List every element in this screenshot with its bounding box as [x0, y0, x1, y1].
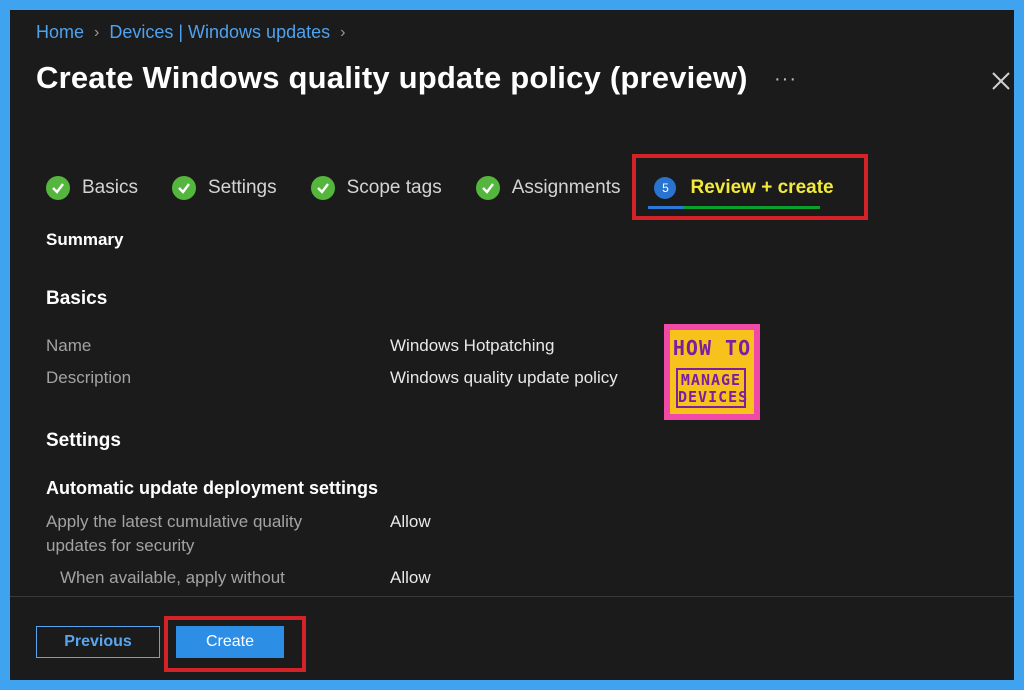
- check-circle-icon: [310, 176, 335, 200]
- step-label: Assignments: [511, 177, 621, 198]
- check-circle-icon: [171, 176, 196, 200]
- close-button[interactable]: [988, 68, 1014, 94]
- breadcrumb-windows-updates-link[interactable]: Devices | Windows updates: [109, 22, 330, 43]
- close-icon: [992, 72, 1010, 90]
- annotation-highlight-box: [632, 154, 868, 220]
- page-title: Create Windows quality update policy (pr…: [36, 60, 748, 95]
- tab-assignments[interactable]: Assignments: [475, 176, 621, 200]
- setting-label: When available, apply without: [60, 568, 285, 587]
- chevron-right-icon: ›: [340, 23, 346, 41]
- description-label: Description: [46, 368, 132, 387]
- tab-basics[interactable]: Basics: [46, 176, 138, 200]
- check-circle-icon: [46, 176, 70, 200]
- previous-button[interactable]: Previous: [36, 626, 160, 658]
- breadcrumb: Home › Devices | Windows updates ›: [36, 22, 345, 43]
- tab-scope-tags[interactable]: Scope tags: [310, 176, 442, 200]
- more-options-button[interactable]: ···: [774, 68, 797, 91]
- setting-value: Allow: [390, 512, 431, 531]
- wizard-footer: [10, 596, 1014, 680]
- name-value: Windows Hotpatching: [390, 336, 555, 355]
- summary-heading: Summary: [46, 230, 124, 249]
- breadcrumb-home-link[interactable]: Home: [36, 22, 84, 43]
- setting-label: Apply the latest cumulative quality upda…: [46, 512, 303, 555]
- settings-heading: Settings: [46, 430, 121, 451]
- setting-value: Allow: [390, 568, 431, 587]
- name-label: Name: [46, 336, 92, 355]
- step-label: Settings: [207, 177, 277, 198]
- annotation-highlight-box: [164, 616, 306, 672]
- basics-heading: Basics: [46, 288, 108, 309]
- step-label: Basics: [82, 177, 138, 198]
- step-label: Scope tags: [346, 177, 442, 198]
- automatic-update-settings-heading: Automatic update deployment settings: [46, 478, 379, 498]
- check-circle-icon: [475, 176, 500, 200]
- description-value: Windows quality update policy: [390, 368, 618, 387]
- tab-settings[interactable]: Settings: [171, 176, 277, 200]
- wizard-panel: Home › Devices | Windows updates › Creat…: [10, 10, 1014, 680]
- how-to-manage-devices-logo: HOW TO MANAGE DEVICES: [664, 324, 760, 420]
- chevron-right-icon: ›: [94, 23, 100, 41]
